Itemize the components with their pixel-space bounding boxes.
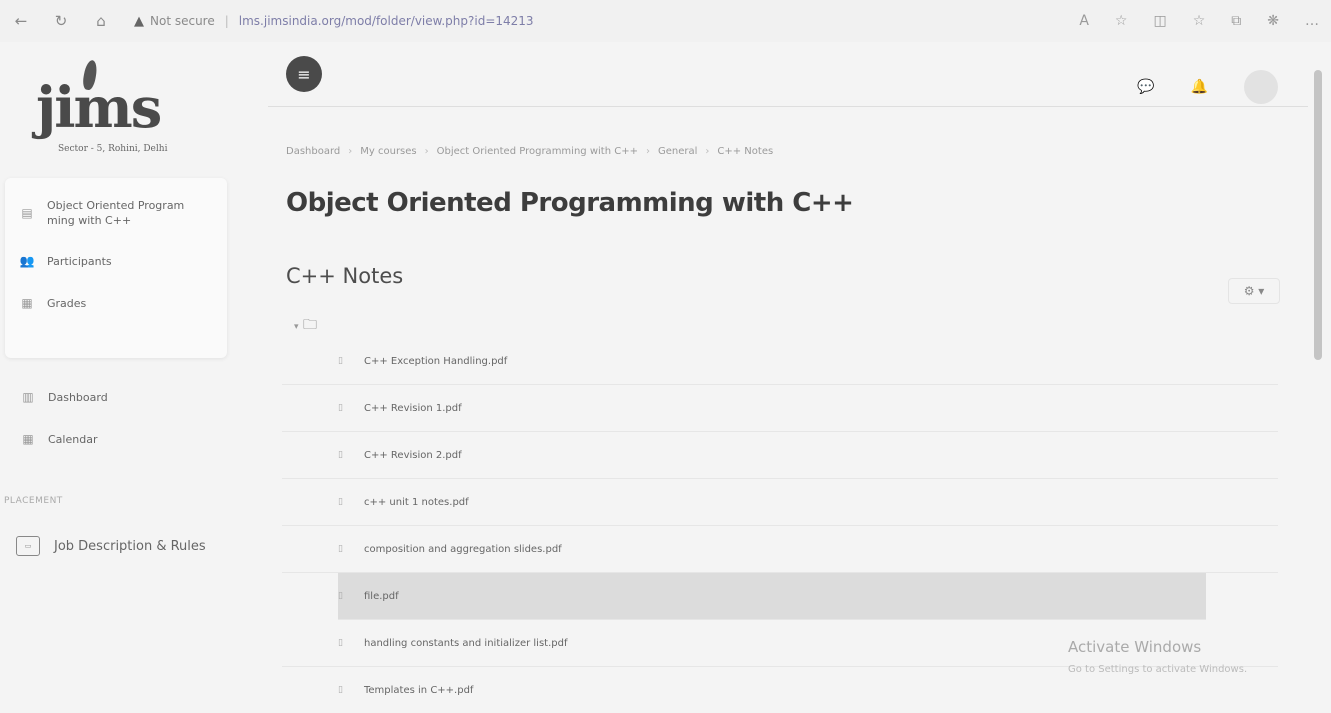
read-aloud-icon[interactable]: A	[1079, 13, 1089, 29]
section-label-placement: PLACEMENT	[4, 496, 63, 506]
file-name[interactable]: C++ Revision 2.pdf	[364, 450, 462, 461]
sidebar-item-participants[interactable]: 👥 Participants	[19, 254, 112, 268]
address-bar[interactable]: ▲ Not secure | lms.jimsindia.org/mod/fol…	[134, 14, 534, 29]
pdf-icon: ▯	[338, 450, 343, 460]
list-item[interactable]: ▯ C++ Exception Handling.pdf	[282, 338, 1278, 385]
breadcrumb-separator: ›	[348, 146, 353, 157]
browser-actions: A ☆ ◫ ☆ ⧉ ❋ …	[1079, 13, 1319, 29]
file-name[interactable]: c++ unit 1 notes.pdf	[364, 497, 469, 508]
file-name[interactable]: handling constants and initializer list.…	[364, 638, 567, 649]
sidebar-item-label: Dashboard	[48, 390, 108, 404]
sidebar: jims Sector - 5, Rohini, Delhi ▤ Object …	[0, 42, 232, 689]
list-item[interactable]: ▯ C++ Revision 2.pdf	[282, 432, 1278, 479]
messages-icon[interactable]: 💬	[1137, 79, 1154, 95]
calendar-icon: ▦	[22, 432, 34, 446]
users-icon: 👥	[19, 254, 35, 268]
activation-watermark-hint: Go to Settings to activate Windows.	[1068, 664, 1248, 675]
more-icon[interactable]: …	[1305, 13, 1319, 29]
extensions-icon[interactable]: ❋	[1267, 13, 1279, 29]
sidebar-item-label: Grades	[47, 296, 87, 310]
pdf-icon: ▯	[338, 544, 343, 554]
scrollbar[interactable]	[1314, 70, 1322, 360]
pdf-icon: ▯	[338, 356, 343, 366]
dashboard-icon: ▥	[22, 390, 34, 404]
sidebar-item-label: Participants	[47, 254, 112, 268]
breadcrumb-item[interactable]: Object Oriented Programming with C++	[437, 146, 638, 157]
settings-menu-button[interactable]: ⚙ ▾	[1228, 278, 1280, 304]
url-text[interactable]: lms.jimsindia.org/mod/folder/view.php?id…	[239, 14, 534, 28]
breadcrumb-separator: ›	[424, 146, 429, 157]
chevron-down-icon: ▾	[294, 322, 299, 332]
sidebar-item-label: Object Oriented Program ming with C++	[47, 199, 185, 227]
file-name[interactable]: C++ Exception Handling.pdf	[364, 356, 507, 367]
list-item[interactable]: ▯ composition and aggregation slides.pdf	[282, 526, 1278, 573]
logo-subtitle: Sector - 5, Rohini, Delhi	[58, 144, 168, 154]
split-screen-icon[interactable]: ◫	[1153, 13, 1166, 29]
activation-watermark: Activate Windows	[1068, 638, 1202, 656]
header-divider	[268, 106, 1308, 107]
warning-icon: ▲	[134, 13, 144, 29]
breadcrumb-separator: ›	[645, 146, 650, 157]
user-avatar[interactable]	[1244, 70, 1278, 104]
pdf-icon: ▯	[338, 497, 343, 507]
course-nav-card: ▤ Object Oriented Program ming with C++ …	[5, 178, 227, 358]
logo-text: jims	[36, 75, 162, 141]
file-name[interactable]: file.pdf	[364, 591, 399, 602]
favorite-star-icon[interactable]: ☆	[1115, 13, 1128, 29]
list-item[interactable]: ▯ c++ unit 1 notes.pdf	[282, 479, 1278, 526]
menu-icon[interactable]: ≡	[286, 56, 322, 92]
notifications-icon[interactable]: 🔔	[1191, 79, 1208, 95]
collections-icon[interactable]: ⧉	[1231, 13, 1241, 29]
pdf-icon: ▯	[338, 403, 343, 413]
favorites-icon[interactable]: ☆	[1193, 13, 1206, 29]
breadcrumb-separator: ›	[705, 146, 710, 157]
sidebar-item-course[interactable]: ▤ Object Oriented Program ming with C++	[19, 198, 219, 228]
grades-icon: ▦	[21, 296, 33, 310]
gear-icon: ⚙ ▾	[1243, 284, 1265, 298]
refresh-icon[interactable]: ↻	[48, 12, 74, 30]
briefcase-icon: ▭	[16, 536, 40, 556]
breadcrumb-item[interactable]: My courses	[360, 146, 416, 157]
file-list: ▯ C++ Exception Handling.pdf ▯ C++ Revisio…	[282, 338, 1278, 713]
jims-logo[interactable]: jims Sector - 5, Rohini, Delhi	[36, 59, 216, 172]
main-content: ≡ 💬 🔔 Dashboard › My courses › Object Or…	[268, 42, 1308, 696]
folder-icon: 🗀	[302, 317, 317, 333]
breadcrumb: Dashboard › My courses › Object Oriented…	[286, 146, 773, 157]
sidebar-item-label: Job Description & Rules	[54, 538, 206, 554]
security-label: Not secure	[150, 14, 215, 28]
sidebar-item-job-description[interactable]: ▭ Job Description & Rules	[16, 536, 206, 556]
breadcrumb-item[interactable]: Dashboard	[286, 146, 340, 157]
course-icon: ▤	[21, 206, 33, 220]
sidebar-item-label: Calendar	[48, 432, 98, 446]
header-actions: 💬 🔔	[1137, 70, 1278, 104]
page-title: Object Oriented Programming with C++	[286, 188, 854, 218]
sidebar-item-dashboard[interactable]: ▥ Dashboard	[20, 390, 108, 404]
list-item-selected[interactable]: ▯ file.pdf	[338, 573, 1206, 620]
browser-toolbar: ← ↻ ⌂ ▲ Not secure | lms.jimsindia.org/m…	[0, 0, 1331, 42]
folder-toggle[interactable]: ▾ 🗀	[294, 314, 317, 338]
list-item[interactable]: ▯ C++ Revision 1.pdf	[282, 385, 1278, 432]
breadcrumb-item[interactable]: General	[658, 146, 697, 157]
file-name[interactable]: Templates in C++.pdf	[364, 685, 473, 696]
pdf-icon: ▯	[338, 591, 343, 601]
file-name[interactable]: C++ Revision 1.pdf	[364, 403, 462, 414]
sidebar-item-grades[interactable]: ▦ Grades	[19, 296, 86, 310]
address-divider: |	[224, 14, 229, 28]
home-icon[interactable]: ⌂	[88, 12, 114, 30]
file-name[interactable]: composition and aggregation slides.pdf	[364, 544, 562, 555]
folder-title: C++ Notes	[286, 264, 404, 288]
pdf-icon: ▯	[338, 638, 343, 648]
breadcrumb-item: C++ Notes	[717, 146, 774, 157]
pdf-icon: ▯	[338, 685, 343, 695]
sidebar-item-calendar[interactable]: ▦ Calendar	[20, 432, 97, 446]
back-arrow-icon[interactable]: ←	[8, 12, 34, 30]
